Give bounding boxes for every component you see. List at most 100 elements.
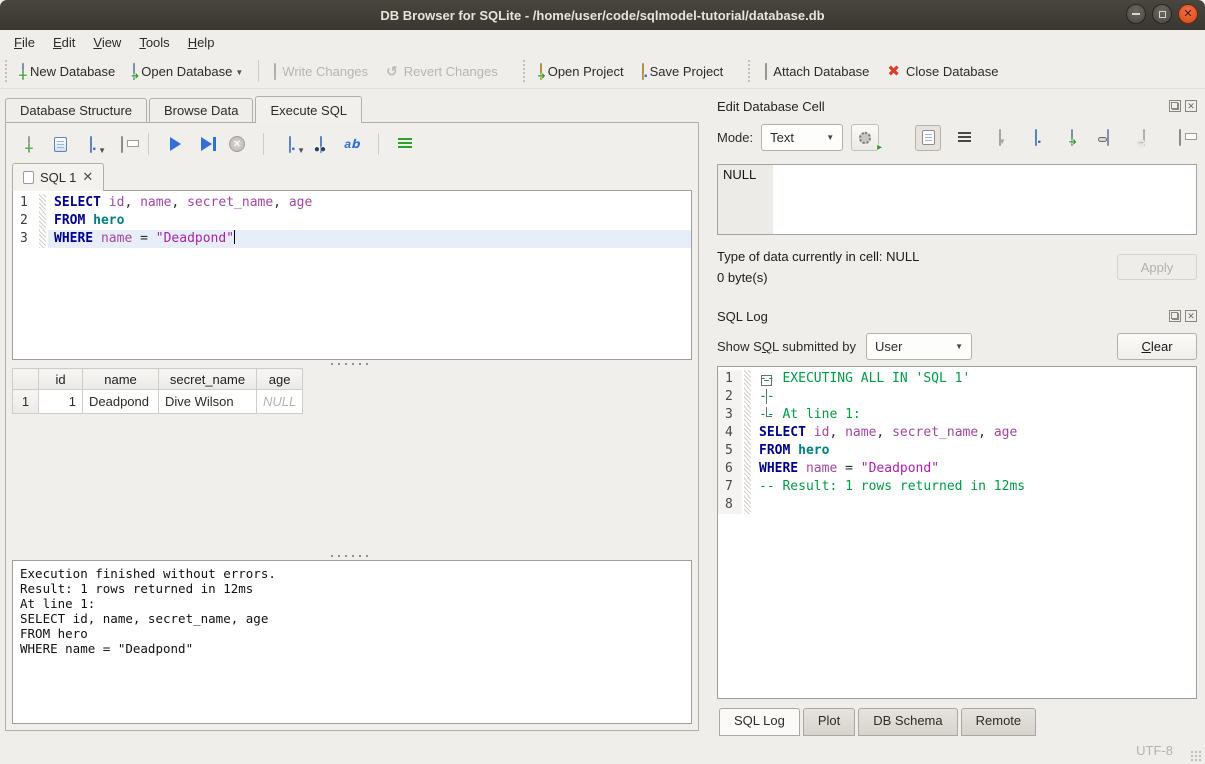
copy-link-button[interactable] [1095, 125, 1121, 151]
left-panel: Database Structure Browse Data Execute S… [0, 89, 706, 736]
open-project-icon: ➜ [540, 64, 542, 79]
edit-cell-dock-header: Edit Database Cell ✕ [717, 94, 1197, 118]
bottom-tab-bar: SQL Log Plot DB Schema Remote [717, 708, 1197, 736]
editor-results-splitter[interactable] [12, 360, 692, 368]
export-cell-data-button[interactable]: ▪ [1023, 125, 1049, 151]
table-cell[interactable]: 1 [39, 390, 83, 414]
edit-cell-close-icon[interactable]: ✕ [1185, 100, 1197, 112]
execute-current-line-button[interactable] [195, 133, 217, 155]
write-changes-button[interactable]: Write Changes [265, 59, 377, 84]
set-null-button[interactable] [1131, 125, 1157, 151]
table-row[interactable]: 11DeadpondDive WilsonNULL [13, 390, 303, 414]
code-line: 5FROM hero [718, 442, 1196, 460]
tab-database-structure[interactable]: Database Structure [5, 98, 147, 123]
sql-log-float-icon[interactable] [1169, 310, 1181, 322]
attach-database-icon [765, 64, 767, 79]
main-tab-bar: Database Structure Browse Data Execute S… [5, 96, 706, 123]
new-database-icon: ＋ [22, 64, 24, 79]
replace-in-sql-button[interactable]: a𝗯 [341, 133, 363, 155]
tab-execute-sql[interactable]: Execute SQL [255, 96, 362, 123]
open-database-icon: ➜ [133, 64, 135, 79]
print-cell-button[interactable] [1167, 125, 1193, 151]
menu-tools[interactable]: Tools [130, 33, 178, 52]
execute-sql-button[interactable] [164, 133, 186, 155]
save-project-button[interactable]: ▪ Save Project [633, 59, 733, 84]
menu-edit[interactable]: Edit [44, 33, 84, 52]
sql-log-title: SQL Log [717, 309, 1165, 324]
tab-plot[interactable]: Plot [803, 708, 855, 736]
chevron-down-icon: ▼ [943, 342, 963, 351]
cell-info-row: Type of data currently in cell: NULL 0 b… [717, 246, 1197, 288]
text-mode-button[interactable] [915, 125, 941, 151]
sql1-tab-close-icon[interactable]: ✕ [82, 169, 93, 185]
word-wrap-button[interactable] [951, 125, 977, 151]
table-cell[interactable]: NULL [257, 390, 303, 414]
code-line: 6WHERE name = "Deadpond" [718, 460, 1196, 478]
column-header[interactable]: secret_name [159, 369, 257, 390]
cell-value-editor[interactable]: NULL [717, 164, 1197, 235]
new-sql-tab-button[interactable]: ＋ [18, 133, 40, 155]
main-toolbar: ＋ New Database ➜ Open Database ▼ Write C… [0, 54, 1205, 89]
column-header[interactable]: name [83, 369, 159, 390]
apply-settings-button[interactable]: ▸ [851, 124, 879, 151]
column-header[interactable]: id [39, 369, 83, 390]
menu-file[interactable]: File [5, 33, 44, 52]
menu-view[interactable]: View [84, 33, 130, 52]
open-project-button[interactable]: ➜ Open Project [531, 59, 633, 84]
maximize-button[interactable] [1152, 4, 1172, 24]
code-line: 1-- EXECUTING ALL IN 'SQL 1' [718, 370, 1196, 388]
new-database-button[interactable]: ＋ New Database [13, 59, 124, 84]
tab-remote[interactable]: Remote [961, 708, 1037, 736]
submitted-by-select[interactable]: User▼ [866, 333, 972, 360]
menu-help[interactable]: Help [179, 33, 224, 52]
sql-editor[interactable]: 1SELECT id, name, secret_name, age2FROM … [12, 190, 692, 360]
write-changes-icon [274, 64, 276, 79]
toolbar-grip[interactable] [746, 60, 753, 82]
find-in-sql-button[interactable]: ●● [310, 133, 332, 155]
sql-log-close-icon[interactable]: ✕ [1185, 310, 1197, 322]
code-line: 8 [718, 496, 1196, 514]
toolbar-grip[interactable] [3, 60, 10, 82]
results-message-splitter[interactable] [12, 552, 692, 560]
open-database-button[interactable]: ➜ Open Database ▼ [124, 59, 252, 84]
column-header[interactable]: age [257, 369, 303, 390]
cell-edit-area[interactable] [773, 165, 1196, 234]
minimize-button[interactable] [1126, 4, 1146, 24]
code-line: 2FROM hero [13, 212, 691, 230]
code-line: 7-- Result: 1 rows returned in 12ms [718, 478, 1196, 496]
tab-browse-data[interactable]: Browse Data [149, 98, 253, 123]
open-database-dropdown-arrow[interactable]: ▼ [235, 68, 243, 79]
sql-log-view[interactable]: 1-- EXECUTING ALL IN 'SQL 1'2--3-- At li… [717, 366, 1197, 699]
results-table[interactable]: idnamesecret_nameage11DeadpondDive Wilso… [12, 368, 303, 414]
revert-changes-button[interactable]: ↺ Revert Changes [377, 58, 507, 85]
menubar: File Edit View Tools Help [0, 30, 1205, 54]
open-in-external-button[interactable]: ➜ [1059, 125, 1085, 151]
import-cell-data-button[interactable]: ▼ [987, 125, 1013, 151]
tab-db-schema[interactable]: DB Schema [858, 708, 957, 736]
close-database-button[interactable]: ✖ Close Database [878, 59, 1007, 84]
resize-grip[interactable] [1190, 750, 1202, 762]
edit-cell-float-icon[interactable] [1169, 100, 1181, 112]
apply-button[interactable]: Apply [1117, 254, 1197, 280]
sql1-tab[interactable]: SQL 1 ✕ [12, 163, 104, 191]
clear-log-button[interactable]: Clear [1117, 333, 1197, 360]
save-sql-file-button[interactable]: ▪▼ [80, 133, 102, 155]
print-sql-button[interactable] [111, 133, 133, 155]
revert-changes-icon: ↺ [386, 63, 398, 80]
results-grid[interactable]: idnamesecret_nameage11DeadpondDive Wilso… [12, 368, 692, 552]
cell-editor-toolbar: ▼ ▪ ➜ [915, 125, 1197, 151]
open-sql-file-button[interactable] [49, 133, 71, 155]
close-button[interactable]: ✕ [1178, 4, 1198, 24]
tab-sql-log[interactable]: SQL Log [719, 708, 800, 736]
format-sql-button[interactable] [394, 133, 416, 155]
titlebar: DB Browser for SQLite - /home/user/code/… [0, 0, 1205, 30]
toolbar-separator [258, 60, 259, 82]
table-cell[interactable]: Dive Wilson [159, 390, 257, 414]
mode-select[interactable]: Text▼ [761, 124, 843, 151]
save-results-button[interactable]: ▪▼ [279, 133, 301, 155]
text-cursor [234, 230, 235, 244]
table-cell[interactable]: Deadpond [83, 390, 159, 414]
toolbar-grip[interactable] [521, 60, 528, 82]
stop-execution-button[interactable]: ✕ [226, 133, 248, 155]
attach-database-button[interactable]: Attach Database [756, 59, 878, 84]
